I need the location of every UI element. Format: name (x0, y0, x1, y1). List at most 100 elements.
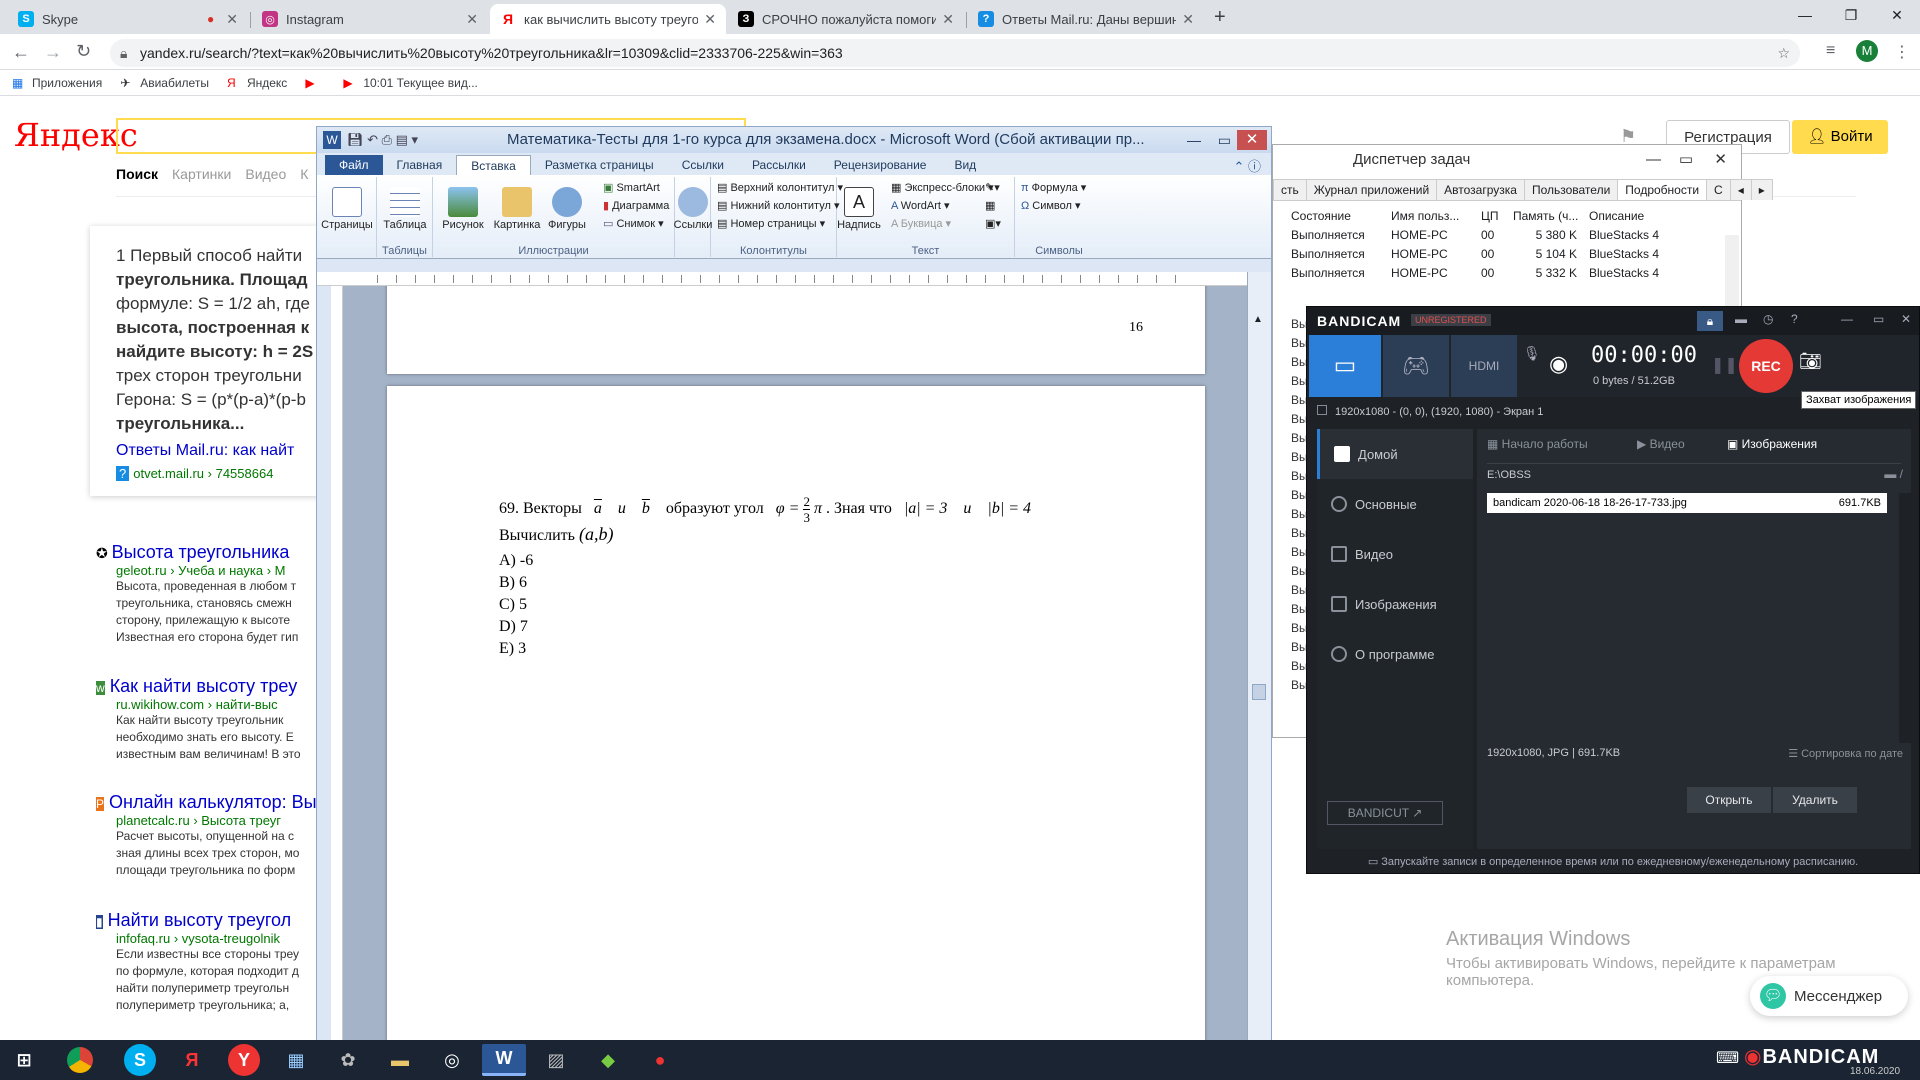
close-tab-icon[interactable]: ✕ (466, 11, 478, 28)
tab-scroll-left-icon[interactable]: ◂ (1729, 179, 1752, 200)
bluestacks-taskbar-icon[interactable]: ◆ (586, 1044, 630, 1076)
tab-view[interactable]: Вид (940, 155, 990, 175)
close-window-icon[interactable]: ✕ (1237, 130, 1267, 150)
equation-button[interactable]: π Формула ▾ (1021, 181, 1086, 194)
lock-icon[interactable]: 🔒︎ (1697, 311, 1723, 331)
maximize-icon[interactable]: ▭ (1873, 312, 1884, 326)
login-button[interactable]: 👤︎ Войти (1792, 120, 1888, 154)
bookmark-youtube[interactable]: ▶ (305, 77, 325, 89)
subtab-images[interactable]: ▣ Изображения (1727, 437, 1817, 451)
skype-taskbar-icon[interactable]: S (124, 1044, 156, 1076)
nav-search[interactable]: Поиск (116, 166, 158, 182)
profile-avatar[interactable]: M (1856, 40, 1878, 62)
minimize-icon[interactable]: — (1646, 145, 1661, 175)
nav-images[interactable]: Картинки (172, 166, 231, 182)
object-icon[interactable]: ▣▾ (985, 217, 1001, 230)
browser-tab-instagram[interactable]: ◎ Instagram ✕ (252, 4, 488, 34)
open-button[interactable]: Открыть (1687, 787, 1771, 813)
sort-dropdown[interactable]: ☰ Сортировка по дате (1788, 747, 1903, 760)
yandex-taskbar-icon[interactable]: Я (170, 1044, 214, 1076)
task-manager-taskbar-icon[interactable]: ▨ (534, 1044, 578, 1076)
nav-more[interactable]: К (300, 166, 308, 182)
calculator-taskbar-icon[interactable]: ▦ (274, 1044, 318, 1076)
tab-file[interactable]: Файл (325, 155, 383, 175)
browser-tab-mailru[interactable]: ? Ответы Mail.ru: Даны вершины ✕ (968, 4, 1204, 34)
screenshot-button[interactable]: ▭ Снимок ▾ (603, 217, 664, 230)
maximize-icon[interactable]: ▭ (1679, 145, 1693, 175)
table-row[interactable]: Выполняется HOME-PC 00 5 104 K BlueStacks 4 (1273, 245, 1741, 264)
result-title[interactable]: Высота треугольника (112, 542, 290, 562)
help-icon[interactable]: ? (1791, 312, 1798, 326)
tab-mailings[interactable]: Рассылки (738, 155, 820, 175)
media-control-icon[interactable]: ≡ (1826, 42, 1835, 60)
folder-icon[interactable]: ▬ (1735, 312, 1747, 326)
vertical-ruler[interactable] (331, 286, 343, 1052)
vertical-scrollbar[interactable]: ▲ (1247, 272, 1271, 1052)
minimize-icon[interactable]: — (1782, 0, 1828, 30)
date-time-icon[interactable]: ▦ (985, 199, 995, 212)
minimize-icon[interactable]: — (1841, 312, 1853, 326)
answer-option[interactable]: B) 6 (499, 574, 527, 592)
wordart-button[interactable]: A WordArt ▾ (891, 199, 950, 212)
screen-mode-icon[interactable]: ▭ (1309, 335, 1381, 397)
camera-capture-icon[interactable]: 📷︎ (1799, 351, 1822, 372)
footer-button[interactable]: ▤ Нижний колонтитул ▾ (717, 199, 839, 212)
symbol-button[interactable]: Ω Символ ▾ (1021, 199, 1081, 212)
sidebar-item-general[interactable]: Основные (1317, 479, 1473, 529)
vertical-scrollbar[interactable] (1899, 493, 1911, 743)
document-page[interactable]: 69. Векторы a и b образуют угол φ = 23 π… (387, 386, 1205, 1052)
sidebar-item-about[interactable]: О программе (1317, 629, 1473, 679)
browser-tab-skype[interactable]: S Skype ● ✕ (8, 4, 248, 34)
tab-home[interactable]: Главная (383, 155, 457, 175)
close-window-icon[interactable]: ✕ (1714, 145, 1727, 175)
result-title[interactable]: Как найти высоту треу (110, 676, 298, 696)
subtab-getting-started[interactable]: ▦ Начало работы (1487, 437, 1588, 451)
yandex-browser-taskbar-icon[interactable]: Y (228, 1044, 260, 1076)
steam-taskbar-icon[interactable]: ◎ (430, 1044, 474, 1076)
result-url[interactable]: planetcalc.ru › Высота треуг (116, 813, 316, 828)
record-button[interactable]: REC (1739, 339, 1793, 393)
subtab-video[interactable]: ▶ Видео (1637, 437, 1685, 451)
result-url[interactable]: geleot.ru › Учеба и наука › М (116, 563, 316, 578)
game-mode-icon[interactable]: 🎮︎ (1383, 335, 1449, 397)
tab-insert[interactable]: Вставка (456, 155, 531, 175)
minimize-icon[interactable]: — (1187, 127, 1201, 153)
folder-icon[interactable]: ▬ / (1884, 467, 1903, 481)
new-tab-icon[interactable]: + (1214, 6, 1226, 29)
answer-source-url[interactable]: ? otvet.mail.ru › 74558664 (116, 466, 273, 481)
keyboard-icon[interactable]: ⌨ (1716, 1048, 1739, 1068)
answer-option[interactable]: A) -6 (499, 552, 533, 570)
horizontal-ruler[interactable] (317, 272, 1271, 286)
file-explorer-taskbar-icon[interactable]: ▬ (378, 1044, 422, 1076)
result-title[interactable]: Онлайн калькулятор: Вы (109, 792, 317, 812)
pinwheel-taskbar-icon[interactable]: ✿ (326, 1044, 370, 1076)
dropcap-button[interactable]: A Буквица ▾ (891, 217, 951, 230)
file-list-item[interactable]: bandicam 2020-06-18 18-26-17-733.jpg 691… (1487, 493, 1887, 513)
close-tab-icon[interactable]: ✕ (704, 11, 716, 28)
chart-button[interactable]: ▮ Диаграмма (603, 199, 669, 212)
scroll-up-icon[interactable]: ▲ (1253, 314, 1263, 325)
smartart-button[interactable]: ▣ SmartArt (603, 181, 660, 194)
quickparts-button[interactable]: ▦ Экспресс-блоки ▾ (891, 181, 994, 194)
pages-button[interactable]: Страницы (317, 187, 377, 231)
hdmi-mode-icon[interactable]: HDMI (1451, 335, 1517, 397)
bookmark-youtube-video[interactable]: ▶ 10:01 Текущее вид... (343, 76, 478, 90)
sidebar-item-video[interactable]: Видео (1317, 529, 1473, 579)
bookmark-aviatickets[interactable]: ✈ Авиабилеты (120, 76, 209, 90)
table-row[interactable]: Выполняется HOME-PC 00 5 380 K BlueStacks 4 (1273, 226, 1741, 245)
result-title[interactable]: Найти высоту треугол (108, 910, 291, 930)
table-button[interactable]: Таблица (375, 187, 435, 231)
microphone-icon[interactable]: 🎙︎ (1523, 345, 1541, 362)
answer-option[interactable]: E) 3 (499, 640, 526, 658)
restore-icon[interactable]: ❐ (1828, 0, 1874, 30)
checkbox[interactable] (1317, 405, 1327, 415)
page-number-button[interactable]: ▤ Номер страницы ▾ (717, 217, 825, 230)
close-window-icon[interactable]: ✕ (1874, 0, 1920, 30)
answer-source-link[interactable]: Ответы Mail.ru: как найт (116, 442, 294, 460)
messenger-button[interactable]: 💬︎ Мессенджер (1750, 976, 1908, 1016)
clock-icon[interactable]: ◷ (1763, 312, 1773, 326)
maximize-icon[interactable]: ▭ (1218, 127, 1231, 153)
textbox-button[interactable]: A Надпись (829, 187, 889, 231)
result-url[interactable]: infofaq.ru › vysota-treugolnik (116, 931, 316, 946)
start-windows-icon[interactable]: ⊞ (0, 1044, 48, 1076)
